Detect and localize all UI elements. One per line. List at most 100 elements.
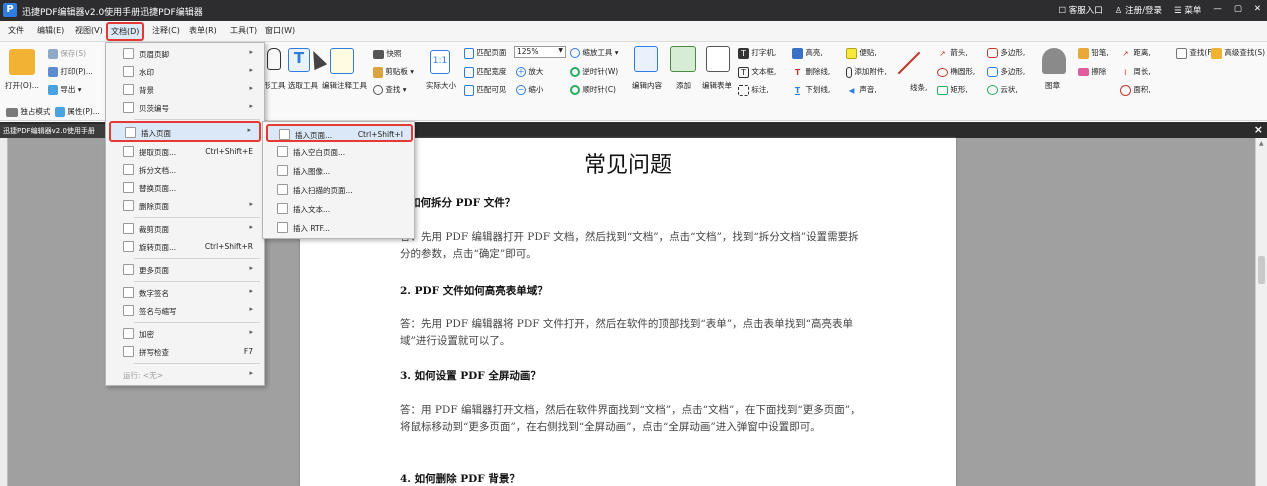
menu-view[interactable]: 视图(V) xyxy=(75,25,103,36)
fit-visible-button[interactable]: 匹配可见 xyxy=(464,84,506,96)
menu-item-insert-pages[interactable]: 插入页面 ▸ xyxy=(109,121,261,142)
properties-button[interactable]: 属性(P)... xyxy=(55,106,100,117)
submenu-item-insert-blank[interactable]: 插入空白页面... xyxy=(266,143,413,161)
menu-document[interactable]: 文档(D) xyxy=(106,22,145,41)
menu-item-watermark[interactable]: 水印 ▸ xyxy=(109,63,261,81)
attach-file-button[interactable]: 添加附件, xyxy=(846,66,887,78)
left-panel-strip[interactable] xyxy=(0,138,8,486)
cloud-button[interactable]: 云状, xyxy=(987,84,1018,95)
menu-item-more-pages[interactable]: 更多页面 ▸ xyxy=(109,261,261,279)
polygon-button[interactable]: 多边形, xyxy=(987,47,1025,58)
menu-item-extract-pages[interactable]: 提取页面... Ctrl+Shift+E xyxy=(109,143,261,161)
document-tab[interactable]: 迅捷PDF编辑器v2.0使用手册 xyxy=(0,124,105,138)
save-button[interactable]: 保存(S) xyxy=(48,48,86,59)
distance-button[interactable]: ↗ 距离, xyxy=(1120,47,1150,59)
fit-page-button[interactable]: 匹配页面 xyxy=(464,47,506,59)
sound-button[interactable]: ◀ 声音, xyxy=(846,84,877,96)
add-content-icon[interactable] xyxy=(670,46,696,72)
menu-item-crop-pages[interactable]: 裁剪页面 ▸ xyxy=(109,220,261,238)
menu-item-run[interactable]: 运行: <无> ▸ xyxy=(109,366,261,384)
stamp-button[interactable]: 图章 xyxy=(1045,80,1060,91)
menu-edit[interactable]: 编辑(E) xyxy=(37,25,64,36)
stamp-icon[interactable] xyxy=(1042,48,1066,74)
actual-size-icon[interactable]: 1:1 xyxy=(430,50,450,74)
single-mode-button[interactable]: 独占模式 xyxy=(6,106,50,117)
highlight-button[interactable]: 高亮, xyxy=(792,47,823,59)
snapshot-button[interactable]: 快照 xyxy=(373,48,401,59)
area-button[interactable]: 面积, xyxy=(1120,84,1151,96)
menu-item-split-document[interactable]: 拆分文档... xyxy=(109,161,261,179)
menu-item-sign-initials[interactable]: 签名与缩写 ▸ xyxy=(109,302,261,320)
perimeter-button[interactable]: ⌇ 周长, xyxy=(1120,66,1151,78)
menu-item-digital-signature[interactable]: 数字签名 ▸ xyxy=(109,284,261,302)
clipboard-button[interactable]: 剪贴板 ▾ xyxy=(373,66,414,78)
hand-tool-icon[interactable] xyxy=(267,48,281,70)
hand-tool-label[interactable]: 形工具 xyxy=(263,80,286,91)
close-button[interactable]: ✕ xyxy=(1254,4,1261,16)
add-button[interactable]: 添加 xyxy=(676,80,691,91)
minimize-button[interactable]: — xyxy=(1213,4,1222,16)
edit-form-button[interactable]: 编辑表单 xyxy=(702,80,732,91)
edit-content-button[interactable]: 编辑内容 xyxy=(632,80,662,91)
select-tool-button[interactable]: 选取工具 xyxy=(288,80,318,91)
typewriter-button[interactable]: T 打字机, xyxy=(738,47,776,59)
scroll-up-icon[interactable]: ▲ xyxy=(1259,140,1264,147)
edit-form-icon[interactable] xyxy=(706,46,730,72)
actual-size-button[interactable]: 实际大小 xyxy=(426,80,456,91)
underline-button[interactable]: T 下划线, xyxy=(792,84,830,96)
scrollbar-thumb[interactable] xyxy=(1258,256,1265,284)
sticky-note-button[interactable]: 便贴, xyxy=(846,47,877,59)
open-button[interactable]: 打开(O)... xyxy=(5,80,39,91)
submenu-item-insert-rtf[interactable]: 插入 RTF... xyxy=(266,219,413,237)
search-button[interactable]: 查找(F) xyxy=(1176,47,1215,59)
strikeout-button[interactable]: T 删除线, xyxy=(792,66,830,78)
menu-tools[interactable]: 工具(T) xyxy=(230,25,257,36)
menu-item-spell-check[interactable]: 拼写检查 F7 xyxy=(109,343,261,361)
polyline-button[interactable]: 多边形, xyxy=(987,66,1025,77)
pencil-button[interactable]: 铅笔, xyxy=(1078,47,1109,59)
rotate-cw-button[interactable]: 顺时针(C) xyxy=(570,84,616,95)
submenu-item-insert-pages[interactable]: 插入页面... Ctrl+Shift+I xyxy=(266,124,413,142)
vertical-scrollbar[interactable]: ▲ xyxy=(1255,138,1267,486)
open-folder-icon[interactable] xyxy=(9,49,35,75)
menu-item-encrypt[interactable]: 加密 ▸ xyxy=(109,325,261,343)
submenu-item-insert-text[interactable]: 插入文本... xyxy=(266,200,413,218)
export-button[interactable]: 导出 ▾ xyxy=(48,84,82,95)
line-tool-icon[interactable] xyxy=(897,51,921,75)
customer-service-link[interactable]: ☐ 客服入口 xyxy=(1058,4,1102,16)
menu-window[interactable]: 窗口(W) xyxy=(265,25,295,36)
print-button[interactable]: 打印(P)... xyxy=(48,66,93,77)
rectangle-button[interactable]: 矩形, xyxy=(937,84,968,95)
menu-item-rotate-pages[interactable]: 旋转页面... Ctrl+Shift+R xyxy=(109,238,261,256)
menu-item-background[interactable]: 背景 ▸ xyxy=(109,81,261,99)
edit-annot-icon[interactable] xyxy=(330,48,354,74)
advanced-search-button[interactable]: 高级查找(S) xyxy=(1211,47,1265,59)
main-menu-button[interactable]: ☰ 菜单 xyxy=(1174,4,1201,16)
submenu-item-insert-image[interactable]: 插入图像... xyxy=(266,162,413,180)
arrow-button[interactable]: ↗ 箭头, xyxy=(937,47,967,59)
menu-file[interactable]: 文件 xyxy=(8,25,24,36)
zoom-in-button[interactable]: + 放大 xyxy=(516,66,543,77)
login-link[interactable]: ♙ 注册/登录 xyxy=(1115,4,1162,16)
menu-item-header-footer[interactable]: 页眉页脚 ▸ xyxy=(109,45,261,63)
edit-annot-tool-button[interactable]: 编辑注释工具 xyxy=(322,80,367,91)
menu-item-replace-pages[interactable]: 替换页面... xyxy=(109,179,261,197)
zoom-out-button[interactable]: − 缩小 xyxy=(516,84,543,95)
find-button[interactable]: 查找 ▾ xyxy=(373,84,407,95)
maximize-button[interactable]: ▢ xyxy=(1234,4,1242,16)
edit-content-icon[interactable] xyxy=(634,46,658,72)
callout-button[interactable]: 标注, xyxy=(738,84,769,96)
select-text-icon[interactable]: T xyxy=(288,48,310,72)
submenu-item-insert-scanned[interactable]: 插入扫描的页面... xyxy=(266,181,413,199)
zoom-tool-button[interactable]: 缩放工具 ▾ xyxy=(570,47,619,58)
textbox-button[interactable]: T 文本框, xyxy=(738,66,776,78)
ellipse-button[interactable]: 椭圆形, xyxy=(937,66,975,77)
line-tool-button[interactable]: 线条, xyxy=(910,82,927,93)
close-doc-icon[interactable]: × xyxy=(1254,123,1263,136)
menu-comment[interactable]: 注释(C) xyxy=(152,25,180,36)
fit-width-button[interactable]: 匹配宽度 xyxy=(464,66,506,78)
zoom-combo[interactable]: 125% ▼ xyxy=(514,46,566,58)
menu-item-delete-pages[interactable]: 删除页面 ▸ xyxy=(109,197,261,215)
menu-item-bates-number[interactable]: 贝茨编号 ▸ xyxy=(109,99,261,117)
eraser-button[interactable]: 擦除 xyxy=(1078,66,1106,77)
